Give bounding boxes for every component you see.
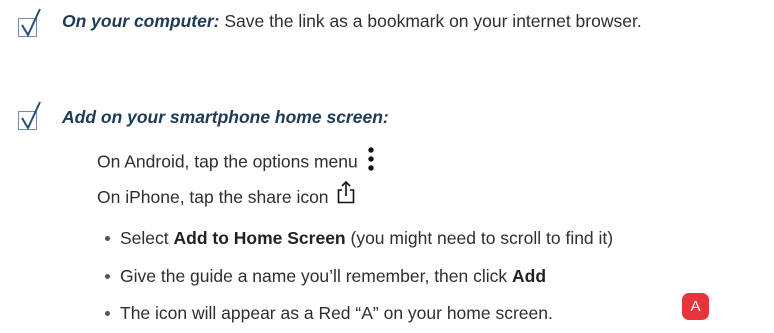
iphone-instruction: On iPhone, tap the share icon <box>97 181 356 210</box>
list-item: The icon will appear as a Red “A” on you… <box>105 301 553 325</box>
bullet-dot <box>105 274 110 279</box>
checkbox-checked-icon <box>18 101 41 131</box>
list-item: Select Add to Home Screen (you might nee… <box>105 226 613 250</box>
smartphone-heading: Add on your smartphone home screen: <box>62 107 389 127</box>
checkbox-checked-icon <box>18 8 41 38</box>
vertical-dots-icon <box>367 147 375 179</box>
red-a-badge-icon: A <box>682 293 709 320</box>
bookmark-instruction: On your computer: Save the link as a boo… <box>62 7 762 36</box>
bullet-dot <box>105 236 110 241</box>
bullet-dot <box>105 311 110 316</box>
android-instruction: On Android, tap the options menu <box>97 147 375 179</box>
computer-heading: On your computer: <box>62 11 220 31</box>
list-item: Give the guide a name you’ll remember, t… <box>105 264 546 288</box>
share-icon <box>336 180 356 210</box>
computer-text: Save the link as a bookmark on your inte… <box>219 11 642 31</box>
